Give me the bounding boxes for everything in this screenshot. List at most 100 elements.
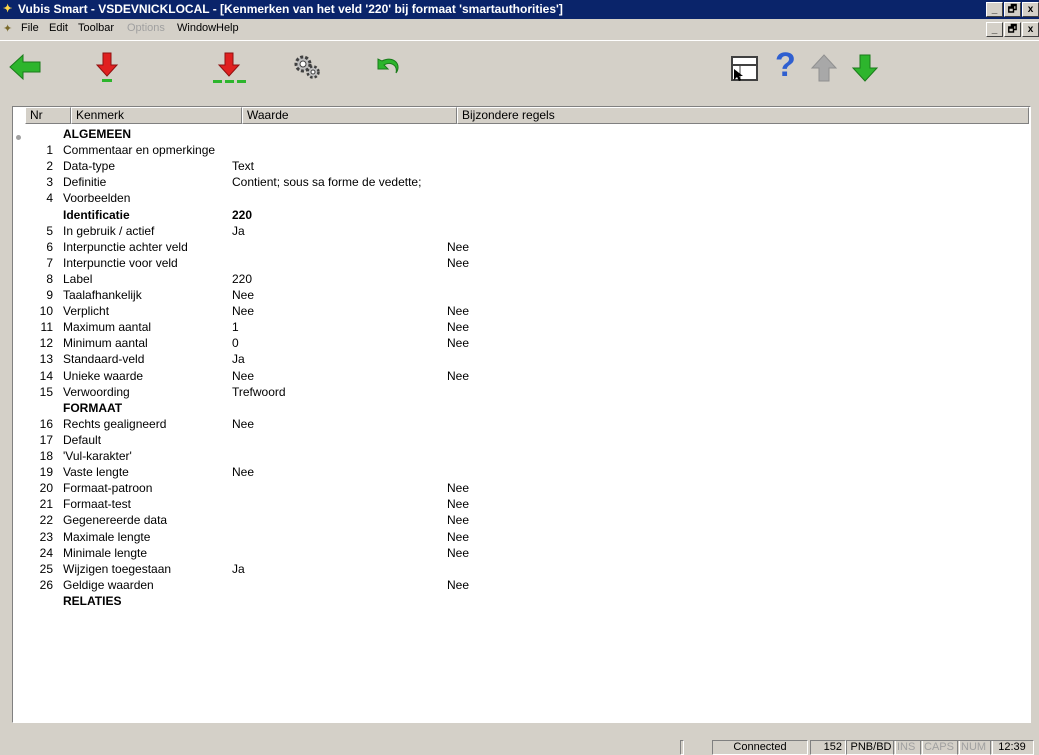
table-row[interactable]: 9 Taalafhankelijk Nee bbox=[13, 287, 1013, 303]
row-bijzondere-regels: Nee bbox=[447, 255, 470, 270]
table-row[interactable]: 12 Minimum aantal 0 Nee bbox=[13, 335, 1013, 351]
menu-help[interactable]: Help bbox=[216, 22, 239, 34]
row-nr: 20 bbox=[39, 481, 53, 496]
doc-minimize-button[interactable]: _ bbox=[986, 22, 1003, 37]
download-arrow-icon[interactable] bbox=[95, 51, 119, 83]
status-num: NUM bbox=[957, 740, 993, 755]
undo-icon[interactable] bbox=[370, 53, 406, 81]
row-nr: 14 bbox=[39, 368, 53, 383]
window-select-icon[interactable] bbox=[730, 55, 760, 83]
row-bijzondere-regels: Nee bbox=[447, 497, 470, 512]
row-bijzondere-regels: Nee bbox=[447, 239, 470, 254]
column-header-bijzondere-regels[interactable]: Bijzondere regels bbox=[457, 107, 1029, 124]
table-row[interactable]: 14 Unieke waarde Nee Nee bbox=[13, 368, 1013, 384]
row-kenmerk: Gegenereerde data bbox=[63, 513, 168, 528]
row-waarde: Trefwoord bbox=[232, 384, 286, 399]
settings-gears-icon[interactable] bbox=[292, 53, 322, 81]
row-bijzondere-regels: Nee bbox=[447, 320, 470, 335]
status-ins: INS bbox=[893, 740, 923, 755]
row-nr: 26 bbox=[39, 577, 53, 592]
menu-file[interactable]: File bbox=[21, 22, 39, 34]
column-header-kenmerk[interactable]: Kenmerk bbox=[71, 107, 242, 124]
table-row[interactable]: 25 Wijzigen toegestaan Ja bbox=[13, 561, 1013, 577]
menu-options[interactable]: Options bbox=[127, 22, 165, 34]
table-row[interactable]: 18 'Vul-karakter' bbox=[13, 448, 1013, 464]
row-waarde: 220 bbox=[232, 207, 253, 222]
table-row[interactable]: 4 Voorbeelden bbox=[13, 190, 1013, 206]
table-row[interactable]: 2 Data-type Text bbox=[13, 158, 1013, 174]
table-row[interactable]: 15 Verwoording Trefwoord bbox=[13, 384, 1013, 400]
row-kenmerk: Definitie bbox=[63, 175, 107, 190]
row-nr: 16 bbox=[39, 416, 53, 431]
row-waarde: Nee bbox=[232, 416, 255, 431]
row-kenmerk: ALGEMEEN bbox=[63, 127, 132, 141]
table-row[interactable]: 5 In gebruik / actief Ja bbox=[13, 223, 1013, 239]
window-controls: _ 🗗 x bbox=[985, 2, 1039, 17]
doc-restore-button[interactable]: 🗗 bbox=[1004, 22, 1021, 37]
table-row[interactable]: 3 Definitie Contient; sous sa forme de ved… bbox=[13, 174, 1013, 190]
close-button[interactable]: x bbox=[1022, 2, 1039, 17]
restore-button[interactable]: 🗗 bbox=[1004, 2, 1021, 17]
column-header-waarde[interactable]: Waarde bbox=[242, 107, 457, 124]
section-header-row[interactable]: ALGEMEEN bbox=[13, 126, 1013, 142]
kenmerken-table[interactable]: Nr Kenmerk Waarde Bijzondere regels ALGE… bbox=[12, 106, 1031, 723]
status-bar: Connected 152 PNB/BD INS CAPS NUM 12:39 bbox=[0, 738, 1039, 755]
row-kenmerk: Interpunctie achter veld bbox=[63, 239, 188, 254]
table-row[interactable]: 1 Commentaar en opmerkinge bbox=[13, 142, 1013, 158]
row-nr: 25 bbox=[39, 561, 53, 576]
help-icon[interactable]: ? bbox=[775, 45, 796, 85]
table-row[interactable]: 7 Interpunctie voor veld Nee bbox=[13, 255, 1013, 271]
column-header-nr[interactable]: Nr bbox=[25, 107, 71, 124]
table-row[interactable]: 24 Minimale lengte Nee bbox=[13, 545, 1013, 561]
table-row[interactable]: 8 Label 220 bbox=[13, 271, 1013, 287]
table-row[interactable]: 21 Formaat-test Nee bbox=[13, 496, 1013, 512]
back-arrow-icon[interactable] bbox=[8, 53, 42, 81]
menu-edit[interactable]: Edit bbox=[49, 22, 68, 34]
row-nr: 3 bbox=[46, 175, 53, 190]
document-window-controls: _ 🗗 x bbox=[985, 22, 1039, 37]
row-kenmerk: Voorbeelden bbox=[63, 191, 131, 206]
row-nr: 19 bbox=[39, 465, 53, 480]
table-row[interactable]: 19 Vaste lengte Nee bbox=[13, 464, 1013, 480]
status-database: PNB/BD bbox=[846, 740, 896, 755]
row-waarde: 0 bbox=[232, 336, 239, 351]
row-kenmerk: Data-type bbox=[63, 159, 116, 174]
row-waarde: Nee bbox=[232, 304, 255, 319]
table-row[interactable]: 26 Geldige waarden Nee bbox=[13, 577, 1013, 593]
title-bar: ✦ Vubis Smart - VSDEVNICKLOCAL - [Kenmer… bbox=[0, 0, 1039, 19]
row-kenmerk: Formaat-patroon bbox=[63, 481, 153, 496]
row-nr: 5 bbox=[46, 223, 53, 238]
table-row[interactable]: 6 Interpunctie achter veld Nee bbox=[13, 239, 1013, 255]
table-row[interactable]: 23 Maximale lengte Nee bbox=[13, 529, 1013, 545]
download-multiple-icon[interactable] bbox=[211, 51, 247, 85]
menu-window[interactable]: Window bbox=[177, 22, 216, 34]
status-connection: Connected bbox=[712, 740, 808, 755]
table-row[interactable]: 16 Rechts gealigneerd Nee bbox=[13, 416, 1013, 432]
app-icon: ✦ bbox=[3, 3, 13, 15]
section-header-row[interactable]: FORMAAT bbox=[13, 400, 1013, 416]
table-row[interactable]: 11 Maximum aantal 1 Nee bbox=[13, 319, 1013, 335]
down-arrow-icon[interactable] bbox=[851, 53, 879, 83]
table-row[interactable]: 10 Verplicht Nee Nee bbox=[13, 303, 1013, 319]
table-row[interactable]: 13 Standaard-veld Ja bbox=[13, 351, 1013, 367]
minimize-button[interactable]: _ bbox=[986, 2, 1003, 17]
up-arrow-icon[interactable] bbox=[810, 53, 838, 83]
doc-close-button[interactable]: x bbox=[1022, 22, 1039, 37]
row-kenmerk: Vaste lengte bbox=[63, 465, 129, 480]
row-nr: 23 bbox=[39, 529, 53, 544]
row-bijzondere-regels: Nee bbox=[447, 545, 470, 560]
row-kenmerk: Interpunctie voor veld bbox=[63, 255, 178, 270]
document-icon[interactable]: ✦ bbox=[3, 22, 12, 35]
status-caps: CAPS bbox=[920, 740, 960, 755]
row-kenmerk: Geldige waarden bbox=[63, 577, 154, 592]
toolbar: ? bbox=[0, 40, 1039, 97]
row-kenmerk: Maximale lengte bbox=[63, 529, 151, 544]
menu-toolbar[interactable]: Toolbar bbox=[78, 22, 114, 34]
section-header-row[interactable]: RELATIES bbox=[13, 593, 1013, 609]
row-nr: 15 bbox=[39, 384, 53, 399]
table-row[interactable]: 22 Gegenereerde data Nee bbox=[13, 512, 1013, 528]
table-row[interactable]: 17 Default bbox=[13, 432, 1013, 448]
section-header-row[interactable]: Identificatie 220 bbox=[13, 207, 1013, 223]
row-waarde: Ja bbox=[232, 223, 245, 238]
table-row[interactable]: 20 Formaat-patroon Nee bbox=[13, 480, 1013, 496]
